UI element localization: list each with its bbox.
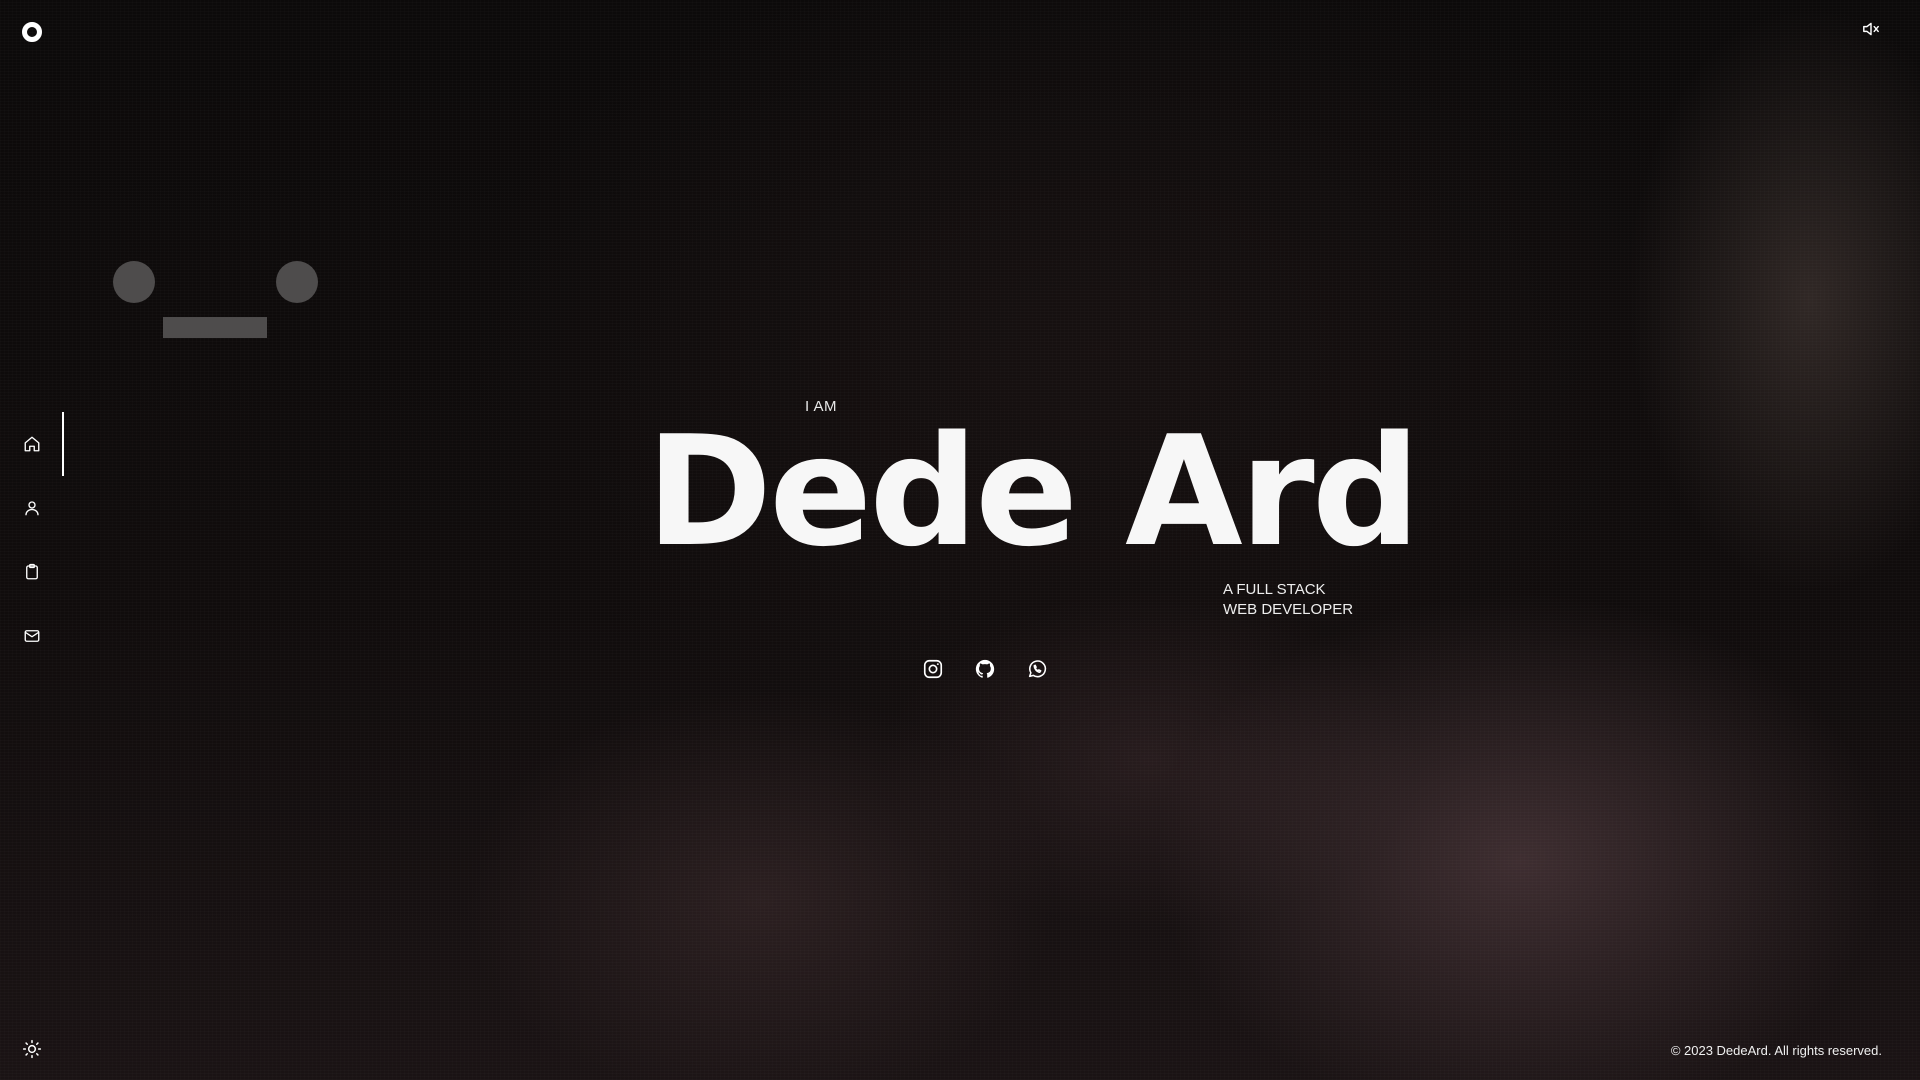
hero-role: A FULL STACK WEB DEVELOPER bbox=[1223, 580, 1353, 620]
hero-name: Dede Ard bbox=[646, 403, 1420, 580]
social-links bbox=[922, 658, 1048, 680]
hero-section: I AM Dede Ard A FULL STACK WEB DEVELOPER bbox=[0, 0, 1920, 1080]
whatsapp-icon[interactable] bbox=[1026, 658, 1048, 680]
hero-role-line2: WEB DEVELOPER bbox=[1223, 601, 1354, 618]
hero-role-line1: A FULL STACK bbox=[1223, 581, 1326, 598]
instagram-icon[interactable] bbox=[922, 658, 944, 680]
copyright-text: © 2023 DedeArd. All rights reserved. bbox=[1670, 1043, 1882, 1058]
hero-background: I AM Dede Ard A FULL STACK WEB DEVELOPER bbox=[0, 0, 1920, 1080]
github-icon[interactable] bbox=[974, 658, 996, 680]
